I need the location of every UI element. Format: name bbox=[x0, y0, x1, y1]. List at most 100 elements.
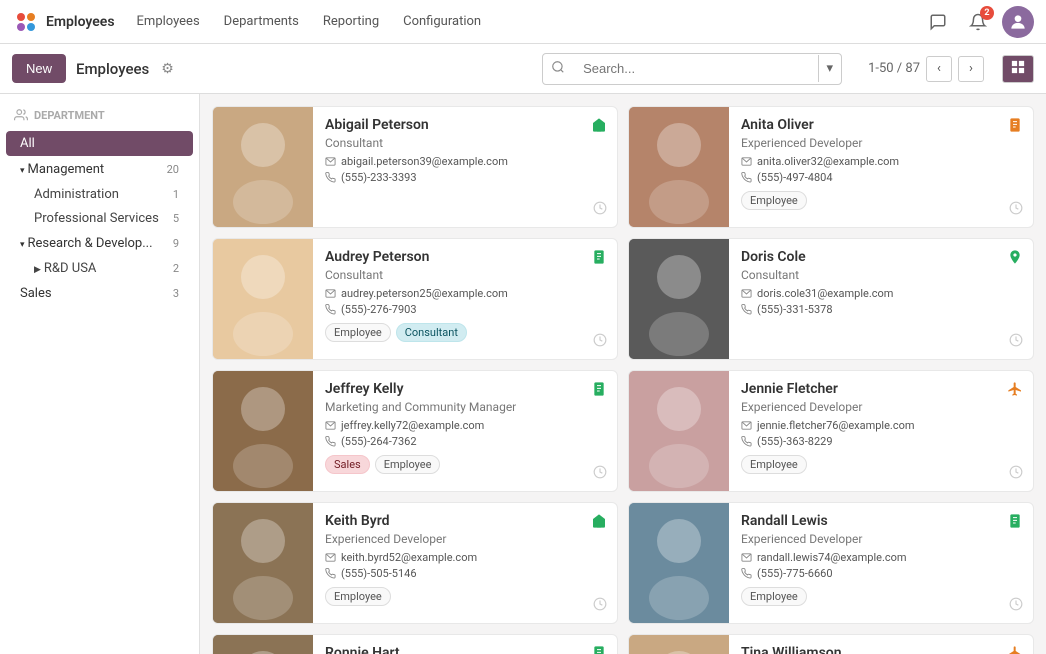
employee-clock-icon[interactable] bbox=[1009, 333, 1023, 351]
home-icon bbox=[591, 117, 607, 133]
pin-icon bbox=[1007, 249, 1023, 265]
settings-icon[interactable]: ⚙ bbox=[161, 61, 174, 77]
top-navigation: Employees Employees Departments Reportin… bbox=[0, 0, 1046, 44]
employee-card[interactable]: Tina Williamson Human Resources Manager … bbox=[628, 634, 1034, 654]
employee-info: Ronnie Hart Team Leader ronnie.hart87@ex… bbox=[313, 635, 617, 654]
clock-icon bbox=[1009, 465, 1023, 479]
employee-job-title: Marketing and Community Manager bbox=[325, 400, 605, 414]
employee-info: Keith Byrd Experienced Developer keith.b… bbox=[313, 503, 617, 623]
employee-phone: (555)-331-5378 bbox=[741, 303, 1021, 316]
sidebar-item-management[interactable]: ▾Management 20 bbox=[6, 157, 193, 182]
employee-card[interactable]: Ronnie Hart Team Leader ronnie.hart87@ex… bbox=[212, 634, 618, 654]
employee-name: Tina Williamson bbox=[741, 645, 1021, 654]
phone-icon bbox=[741, 304, 752, 315]
employee-email: doris.cole31@example.com bbox=[741, 287, 1021, 300]
employee-info: Tina Williamson Human Resources Manager … bbox=[729, 635, 1033, 654]
employee-clock-icon[interactable] bbox=[593, 333, 607, 351]
kanban-view-btn[interactable] bbox=[1003, 56, 1033, 82]
employee-phone: (555)-233-3393 bbox=[325, 171, 605, 184]
sidebar-item-administration[interactable]: Administration 1 bbox=[6, 183, 193, 206]
employee-tag: Employee bbox=[375, 455, 441, 474]
employee-card[interactable]: Abigail Peterson Consultant abigail.pete… bbox=[212, 106, 618, 228]
employee-clock-icon[interactable] bbox=[1009, 597, 1023, 615]
employee-tag: Employee bbox=[741, 455, 807, 474]
nav-departments[interactable]: Departments bbox=[214, 8, 309, 35]
app-logo[interactable]: Employees bbox=[12, 8, 115, 36]
employee-info: Doris Cole Consultant doris.cole31@examp… bbox=[729, 239, 1033, 359]
nav-configuration[interactable]: Configuration bbox=[393, 8, 491, 35]
employee-photo bbox=[213, 371, 313, 491]
employee-photo bbox=[629, 371, 729, 491]
employee-info: Audrey Peterson Consultant audrey.peters… bbox=[313, 239, 617, 359]
doc-icon bbox=[591, 645, 607, 654]
sidebar-item-professional-services[interactable]: Professional Services 5 bbox=[6, 207, 193, 230]
employee-job-title: Consultant bbox=[325, 268, 605, 282]
employee-phone: (555)-505-5146 bbox=[325, 567, 605, 580]
employee-info: Randall Lewis Experienced Developer rand… bbox=[729, 503, 1033, 623]
nav-reporting[interactable]: Reporting bbox=[313, 8, 389, 35]
employee-info: Jeffrey Kelly Marketing and Community Ma… bbox=[313, 371, 617, 491]
sidebar-item-rnd[interactable]: ▾Research & Develop... 9 bbox=[6, 231, 193, 256]
employee-tags: Employee bbox=[325, 587, 605, 606]
search-bar: ▾ bbox=[542, 53, 842, 85]
prev-page-btn[interactable]: ‹ bbox=[926, 56, 952, 82]
next-page-btn[interactable]: › bbox=[958, 56, 984, 82]
employee-card[interactable]: Jennie Fletcher Experienced Developer je… bbox=[628, 370, 1034, 492]
employee-tags: Employee bbox=[741, 455, 1021, 474]
new-button[interactable]: New bbox=[12, 54, 66, 83]
employee-card[interactable]: Doris Cole Consultant doris.cole31@examp… bbox=[628, 238, 1034, 360]
employee-phone: (555)-497-4804 bbox=[741, 171, 1021, 184]
sidebar-item-all[interactable]: All bbox=[6, 131, 193, 156]
employee-card[interactable]: Jeffrey Kelly Marketing and Community Ma… bbox=[212, 370, 618, 492]
person-avatar bbox=[629, 503, 729, 623]
employee-clock-icon[interactable] bbox=[1009, 465, 1023, 483]
employee-status-icon bbox=[1007, 645, 1023, 654]
employee-status-icon bbox=[1007, 381, 1023, 401]
employee-photo bbox=[213, 503, 313, 623]
notifications-btn[interactable]: 2 bbox=[962, 6, 994, 38]
employee-clock-icon[interactable] bbox=[1009, 201, 1023, 219]
user-avatar[interactable] bbox=[1002, 6, 1034, 38]
sidebar-item-sales[interactable]: Sales 3 bbox=[6, 281, 193, 306]
chat-icon-btn[interactable] bbox=[922, 6, 954, 38]
employee-info: Abigail Peterson Consultant abigail.pete… bbox=[313, 107, 617, 227]
person-avatar bbox=[629, 371, 729, 491]
magnifier-icon bbox=[551, 60, 565, 74]
employee-tag: Employee bbox=[325, 323, 391, 342]
plane-icon bbox=[1007, 645, 1023, 654]
employee-status-icon bbox=[1007, 249, 1023, 269]
page-title: Employees bbox=[76, 60, 149, 78]
employee-cards-grid: Abigail Peterson Consultant abigail.pete… bbox=[212, 106, 1034, 654]
search-input[interactable] bbox=[573, 55, 817, 82]
clock-icon bbox=[1009, 201, 1023, 215]
sidebar: DEPARTMENT All ▾Management 20 Administra… bbox=[0, 94, 200, 654]
employee-card[interactable]: Randall Lewis Experienced Developer rand… bbox=[628, 502, 1034, 624]
clock-icon bbox=[593, 465, 607, 479]
search-dropdown-btn[interactable]: ▾ bbox=[818, 55, 842, 82]
employee-tag: Employee bbox=[741, 587, 807, 606]
employee-job-title: Consultant bbox=[741, 268, 1021, 282]
nav-right-section: 2 bbox=[922, 6, 1034, 38]
nav-employees[interactable]: Employees bbox=[127, 8, 210, 35]
employee-clock-icon[interactable] bbox=[593, 597, 607, 615]
sub-bar: New Employees ⚙ ▾ 1-50 / 87 ‹ › bbox=[0, 44, 1046, 94]
employee-card[interactable]: Anita Oliver Experienced Developer anita… bbox=[628, 106, 1034, 228]
employee-clock-icon[interactable] bbox=[593, 465, 607, 483]
email-icon bbox=[325, 552, 336, 563]
employee-name: Ronnie Hart bbox=[325, 645, 605, 654]
employee-clock-icon[interactable] bbox=[593, 201, 607, 219]
employee-email: abigail.peterson39@example.com bbox=[325, 155, 605, 168]
employee-card[interactable]: Audrey Peterson Consultant audrey.peters… bbox=[212, 238, 618, 360]
doc-orange-icon bbox=[1007, 117, 1023, 133]
phone-icon bbox=[325, 568, 336, 579]
employee-tags: Employee bbox=[741, 191, 1021, 210]
employee-content: Abigail Peterson Consultant abigail.pete… bbox=[200, 94, 1046, 654]
employee-card[interactable]: Keith Byrd Experienced Developer keith.b… bbox=[212, 502, 618, 624]
home-icon bbox=[591, 513, 607, 529]
main-layout: DEPARTMENT All ▾Management 20 Administra… bbox=[0, 94, 1046, 654]
phone-icon bbox=[325, 172, 336, 183]
employee-name: Randall Lewis bbox=[741, 513, 1021, 529]
sidebar-item-rnd-usa[interactable]: ▶R&D USA 2 bbox=[6, 257, 193, 280]
employee-photo bbox=[213, 239, 313, 359]
person-avatar bbox=[629, 107, 729, 227]
